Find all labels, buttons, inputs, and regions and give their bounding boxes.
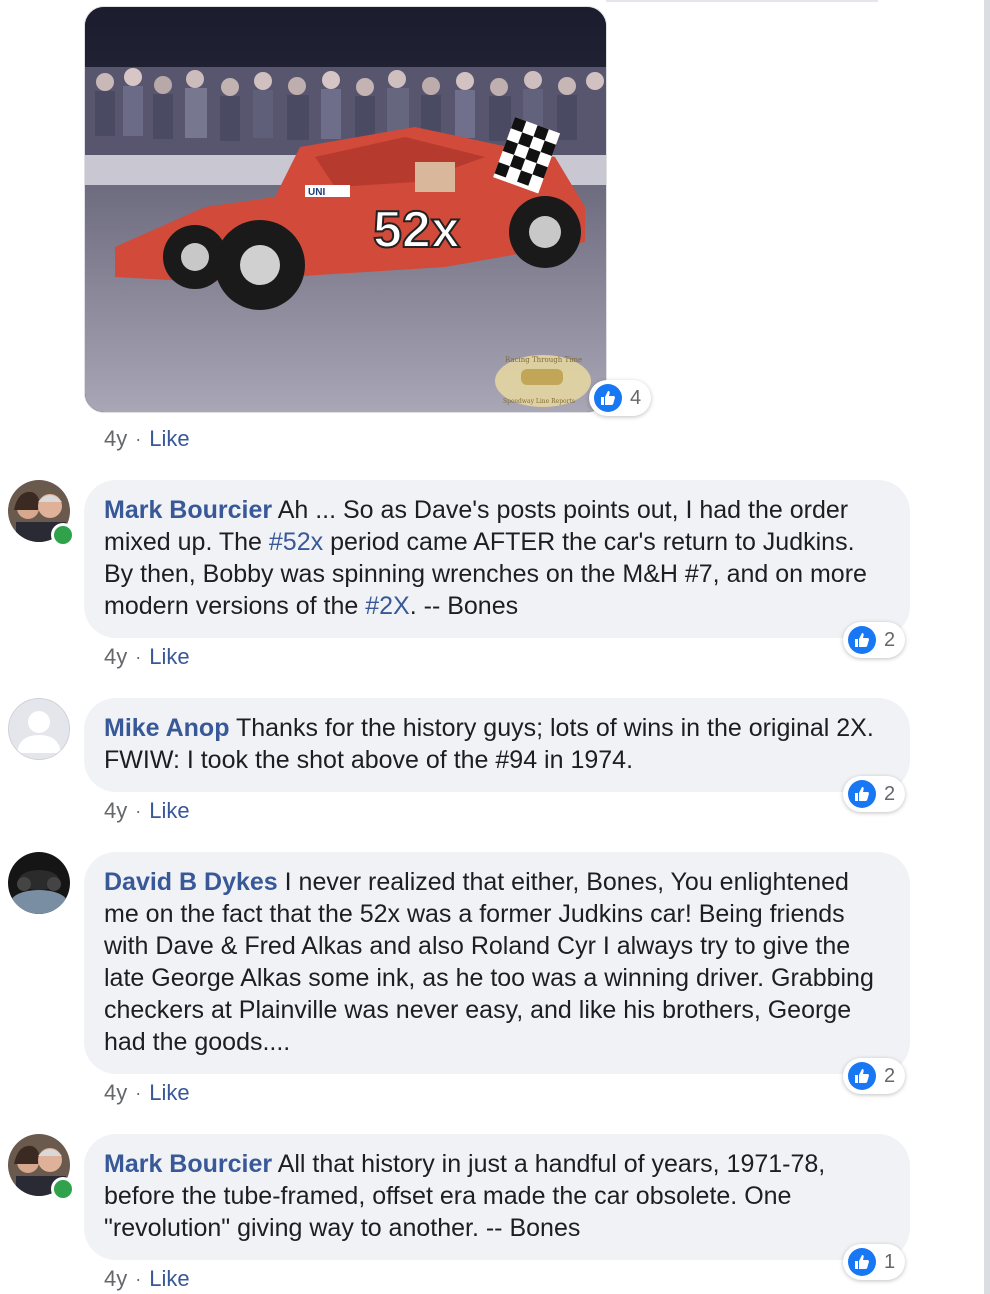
avatar[interactable] [8,698,70,760]
timestamp[interactable]: 4y [104,798,127,824]
timestamp[interactable]: 4y [104,1080,127,1106]
reaction-count-badge[interactable]: 2 [843,1058,906,1094]
default-avatar-icon [17,711,61,753]
thumbs-up-icon [848,1248,876,1276]
hashtag-link[interactable]: #2X [365,592,409,620]
comment-meta: 4y · Like [104,798,190,824]
reaction-count-badge[interactable]: 4 [589,380,652,416]
hashtag-link[interactable]: #52x [269,528,323,556]
thumbs-up-icon [594,384,622,412]
online-indicator [51,1177,75,1201]
thumbs-up-icon [848,626,876,654]
comment-photo[interactable]: UNI 52x Racing Through Time Speedway Lin… [84,6,607,413]
watermark-text: Racing Through Time [505,356,582,364]
watermark-subtext: Speedway Line Reports [503,398,575,405]
avatar[interactable] [8,852,70,914]
reaction-count: 2 [884,782,896,805]
race-car-photo: UNI 52x Racing Through Time Speedway Lin… [85,7,606,412]
scrollbar[interactable] [984,0,990,1294]
car-number: 52x [373,201,460,259]
like-link[interactable]: Like [149,798,189,824]
like-link[interactable]: Like [149,426,189,452]
comment-bubble: Mark Bourcier All that history in just a… [84,1134,910,1260]
reaction-count-badge[interactable]: 2 [843,622,906,658]
comment-bubble: Mark Bourcier Ah ... So as Dave's posts … [84,480,910,638]
reaction-count: 4 [630,386,642,409]
reaction-count: 2 [884,628,896,651]
comment-meta: 4y · Like [104,644,190,670]
comment-meta: 4y · Like [104,1266,190,1292]
thumbs-up-icon [848,780,876,808]
timestamp[interactable]: 4y [104,1266,127,1292]
timestamp[interactable]: 4y [104,644,127,670]
thumbs-up-icon [848,1062,876,1090]
divider [606,0,878,2]
separator-dot: · [135,428,142,449]
reaction-count-badge[interactable]: 2 [843,776,906,812]
comment-meta: 4y · Like [104,1080,190,1106]
separator-dot: · [135,646,142,667]
separator-dot: · [135,1268,142,1289]
watermark-logo: Racing Through Time Speedway Line Report… [495,355,591,407]
comment-author[interactable]: Mike Anop [104,714,229,742]
avatar-photo [8,852,70,914]
reaction-count-badge[interactable]: 1 [843,1244,906,1280]
like-link[interactable]: Like [149,644,189,670]
comment-text: I never realized that either, Bones, You… [104,868,874,1056]
online-indicator [51,523,75,547]
like-link[interactable]: Like [149,1266,189,1292]
comment-bubble: David B Dykes I never realized that eith… [84,852,910,1074]
timestamp[interactable]: 4y [104,426,127,452]
comment-author[interactable]: Mark Bourcier [104,496,272,524]
comment-author[interactable]: Mark Bourcier [104,1150,272,1178]
comment-text-part: . -- Bones [409,592,519,620]
comment-meta: 4y · Like [104,426,190,452]
separator-dot: · [135,1082,142,1103]
reaction-count: 2 [884,1064,896,1087]
comment-bubble: Mike Anop Thanks for the history guys; l… [84,698,910,792]
reaction-count: 1 [884,1250,896,1273]
comment-author[interactable]: David B Dykes [104,868,278,896]
separator-dot: · [135,800,142,821]
like-link[interactable]: Like [149,1080,189,1106]
sponsor-decal: UNI [308,187,325,198]
